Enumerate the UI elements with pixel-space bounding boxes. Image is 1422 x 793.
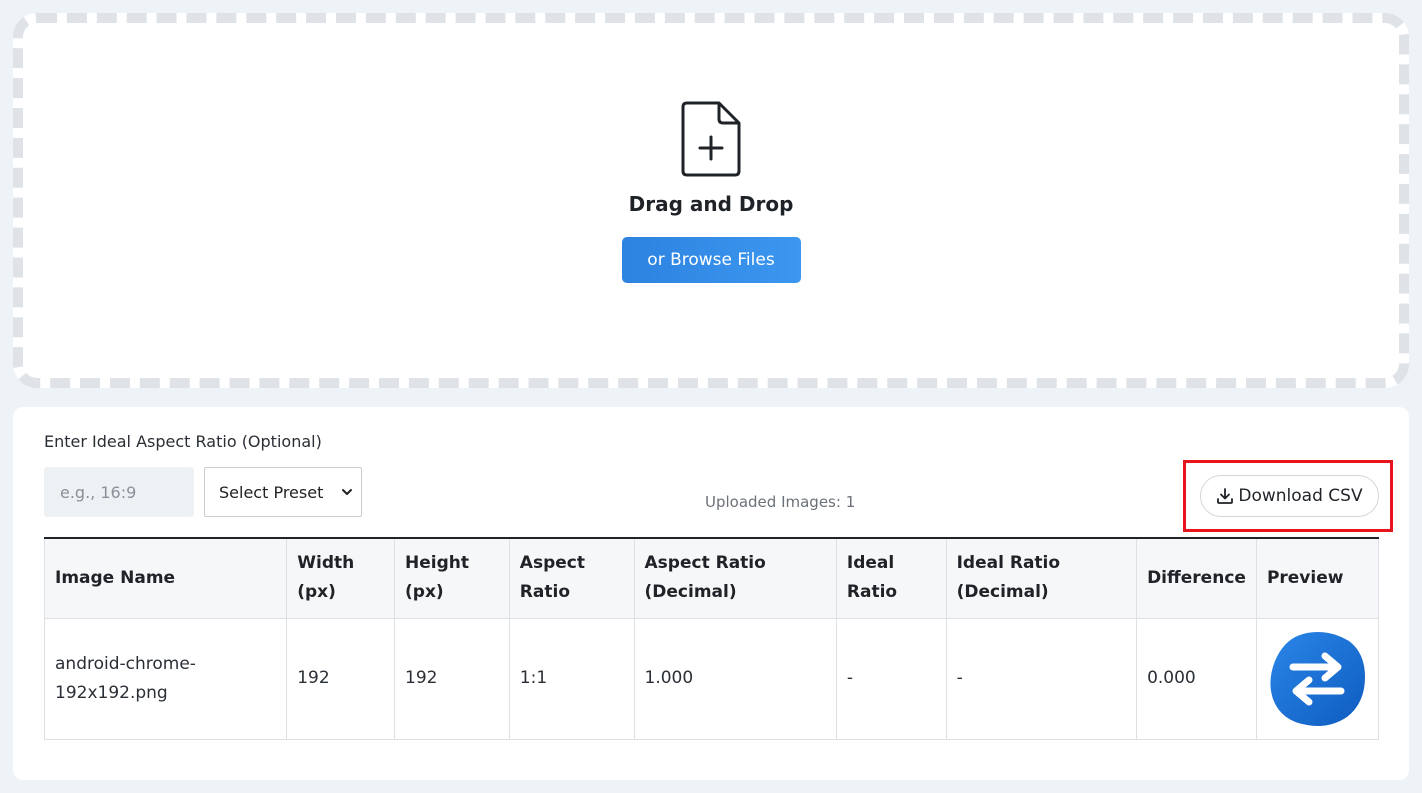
header-ideal-decimal: Ideal Ratio (Decimal) <box>945 537 1138 619</box>
header-ideal-ratio: Ideal Ratio <box>835 537 947 619</box>
download-csv-label: Download CSV <box>1238 486 1363 506</box>
header-image-name: Image Name <box>43 537 288 619</box>
cell-difference: 0.000 <box>1136 617 1257 740</box>
cell-aspect-decimal: 1.000 <box>633 617 837 740</box>
drop-zone-content: Drag and Drop or Browse Files <box>23 101 1399 283</box>
cell-height: 192 <box>394 617 510 740</box>
cell-preview <box>1255 617 1380 740</box>
file-plus-icon <box>681 101 741 177</box>
header-aspect-ratio: Aspect Ratio <box>508 537 635 619</box>
table-header-row: Image Name Width (px) Height (px) Aspect Ra… <box>43 537 1380 619</box>
drop-title: Drag and Drop <box>628 192 794 216</box>
cell-ideal-decimal: - <box>945 617 1138 740</box>
swap-arrows-logo <box>1270 631 1365 726</box>
cell-ideal-ratio: - <box>835 617 947 740</box>
cell-image-name: android-chrome- 192x192.png <box>43 617 288 740</box>
download-csv-button[interactable]: Download CSV <box>1200 475 1379 517</box>
chevron-down-icon <box>342 489 352 495</box>
header-preview: Preview <box>1255 537 1380 619</box>
uploaded-count: Uploaded Images: 1 <box>705 493 856 511</box>
aspect-ratio-input[interactable] <box>44 467 194 517</box>
header-height: Height (px) <box>394 537 510 619</box>
browse-files-button[interactable]: or Browse Files <box>621 237 801 283</box>
header-width: Width (px) <box>286 537 396 619</box>
preset-select-value: Select Preset <box>219 482 324 502</box>
results-table: Image Name Width (px) Height (px) Aspect Ra… <box>43 537 1380 740</box>
cell-width: 192 <box>286 617 396 740</box>
results-card: Enter Ideal Aspect Ratio (Optional) Sele… <box>13 407 1409 780</box>
header-difference: Difference <box>1136 537 1257 619</box>
ratio-label: Enter Ideal Aspect Ratio (Optional) <box>44 432 322 451</box>
table-row: android-chrome- 192x192.png 192 192 1:1 1… <box>43 617 1380 740</box>
download-icon <box>1217 488 1234 504</box>
header-aspect-decimal: Aspect Ratio (Decimal) <box>633 537 837 619</box>
drop-zone[interactable]: Drag and Drop or Browse Files <box>13 13 1409 388</box>
cell-aspect-ratio: 1:1 <box>508 617 635 740</box>
preset-select[interactable]: Select Preset <box>204 467 362 517</box>
